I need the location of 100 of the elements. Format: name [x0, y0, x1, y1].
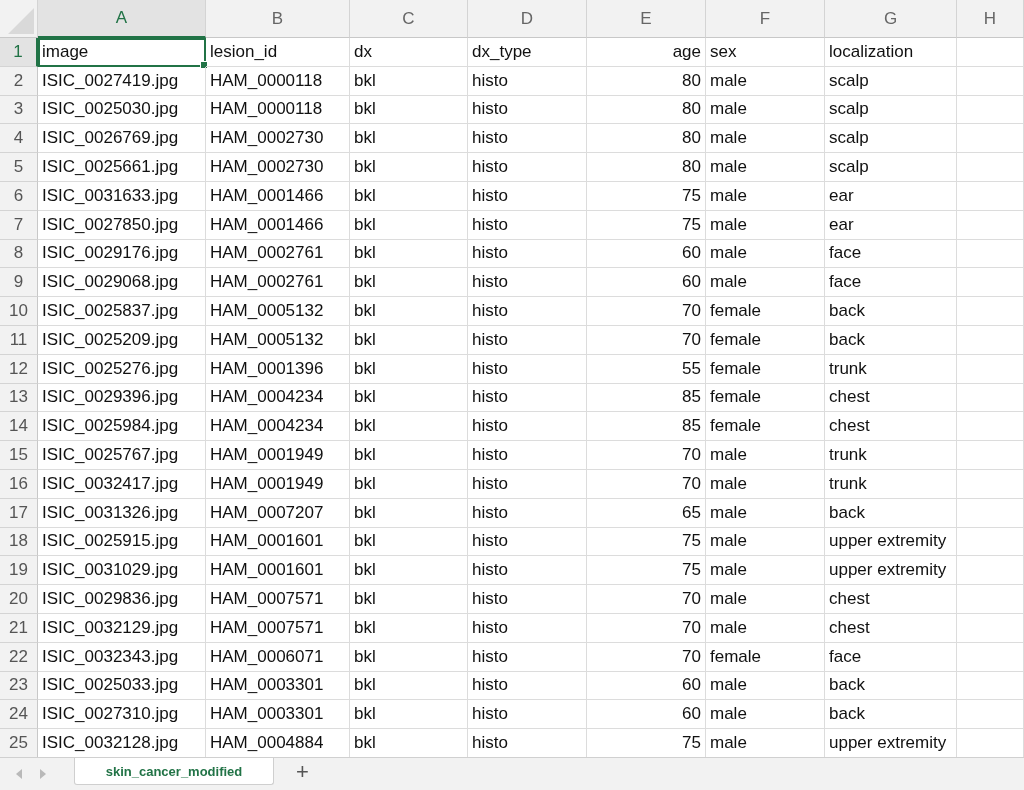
table-cell: bkl: [350, 441, 468, 470]
row-header[interactable]: 2: [0, 66, 38, 96]
table-cell: bkl: [350, 210, 468, 240]
table-cell: trunk: [825, 354, 957, 384]
table-cell: back: [825, 498, 957, 528]
table-cell: 80: [587, 153, 706, 182]
empty-cell: [957, 268, 1024, 298]
table-cell: histo: [468, 527, 587, 557]
row-header[interactable]: 12: [0, 354, 38, 384]
table-cell: histo: [468, 613, 587, 643]
empty-cell: [957, 383, 1024, 413]
column-header[interactable]: E: [587, 0, 706, 38]
empty-cell: [957, 124, 1024, 154]
column-header[interactable]: C: [350, 0, 468, 38]
column-header[interactable]: D: [468, 0, 587, 38]
table-cell: ISIC_0025030.jpg: [38, 95, 206, 125]
previous-sheet-icon[interactable]: [14, 768, 24, 780]
table-cell: bkl: [350, 700, 468, 730]
table-cell: ISIC_0025661.jpg: [38, 153, 206, 182]
empty-cell: [957, 527, 1024, 557]
fill-handle[interactable]: [200, 60, 208, 69]
row-header[interactable]: 3: [0, 95, 38, 125]
row-header[interactable]: 6: [0, 182, 38, 211]
row-header[interactable]: 13: [0, 383, 38, 413]
row-header[interactable]: 4: [0, 124, 38, 154]
row-header[interactable]: 20: [0, 585, 38, 614]
row-header[interactable]: 7: [0, 210, 38, 240]
table-cell: HAM_0005132: [206, 297, 350, 326]
table-cell: HAM_0004234: [206, 383, 350, 413]
table-cell: trunk: [825, 441, 957, 470]
column-header[interactable]: F: [706, 0, 825, 38]
table-cell: back: [825, 700, 957, 730]
table-cell: histo: [468, 498, 587, 528]
table-cell: female: [706, 325, 825, 355]
table-cell: histo: [468, 556, 587, 586]
table-cell: histo: [468, 124, 587, 154]
table-cell: ISIC_0031326.jpg: [38, 498, 206, 528]
table-cell: bkl: [350, 498, 468, 528]
table-cell: histo: [468, 325, 587, 355]
add-sheet-button[interactable]: +: [290, 760, 315, 784]
table-cell: ear: [825, 182, 957, 211]
table-cell: ISIC_0031633.jpg: [38, 182, 206, 211]
row-header[interactable]: 15: [0, 441, 38, 470]
table-cell: HAM_0003301: [206, 671, 350, 701]
table-cell: male: [706, 182, 825, 211]
row-header[interactable]: 14: [0, 412, 38, 442]
column-header[interactable]: B: [206, 0, 350, 38]
sheet-tab[interactable]: skin_cancer_modified: [74, 758, 274, 785]
table-cell: trunk: [825, 469, 957, 499]
row-header[interactable]: 19: [0, 556, 38, 586]
table-cell: localization: [825, 38, 957, 67]
table-cell: scalp: [825, 124, 957, 154]
row-header[interactable]: 25: [0, 729, 38, 757]
row-header[interactable]: 8: [0, 239, 38, 269]
column-header[interactable]: H: [957, 0, 1024, 38]
next-sheet-icon[interactable]: [38, 768, 48, 780]
empty-cell: [957, 412, 1024, 442]
table-cell: bkl: [350, 383, 468, 413]
table-cell: 70: [587, 325, 706, 355]
table-cell: histo: [468, 671, 587, 701]
table-cell: chest: [825, 613, 957, 643]
table-cell: 80: [587, 66, 706, 96]
row-header[interactable]: 9: [0, 268, 38, 298]
row-header[interactable]: 24: [0, 700, 38, 730]
row-header[interactable]: 10: [0, 297, 38, 326]
table-cell: histo: [468, 585, 587, 614]
empty-cell: [957, 153, 1024, 182]
table-cell: male: [706, 613, 825, 643]
row-header[interactable]: 5: [0, 153, 38, 182]
table-cell: bkl: [350, 585, 468, 614]
table-cell: bkl: [350, 671, 468, 701]
table-cell: male: [706, 210, 825, 240]
row-header[interactable]: 11: [0, 325, 38, 355]
table-cell: histo: [468, 354, 587, 384]
table-cell: histo: [468, 153, 587, 182]
row-header[interactable]: 17: [0, 498, 38, 528]
table-cell: male: [706, 527, 825, 557]
empty-cell: [957, 66, 1024, 96]
table-cell: ISIC_0029836.jpg: [38, 585, 206, 614]
empty-cell: [957, 556, 1024, 586]
table-cell: 80: [587, 124, 706, 154]
table-cell: histo: [468, 182, 587, 211]
empty-cell: [957, 95, 1024, 125]
table-cell: histo: [468, 642, 587, 672]
table-cell: HAM_0001466: [206, 182, 350, 211]
table-cell: age: [587, 38, 706, 67]
column-header[interactable]: A: [38, 0, 206, 38]
row-header[interactable]: 23: [0, 671, 38, 701]
column-header[interactable]: G: [825, 0, 957, 38]
table-cell: HAM_0001949: [206, 469, 350, 499]
table-cell: HAM_0007571: [206, 585, 350, 614]
table-cell: chest: [825, 412, 957, 442]
table-cell: bkl: [350, 268, 468, 298]
table-cell: histo: [468, 469, 587, 499]
row-header[interactable]: 22: [0, 642, 38, 672]
table-cell: male: [706, 66, 825, 96]
row-header[interactable]: 1: [0, 38, 38, 67]
row-header[interactable]: 16: [0, 469, 38, 499]
row-header[interactable]: 21: [0, 613, 38, 643]
row-header[interactable]: 18: [0, 527, 38, 557]
